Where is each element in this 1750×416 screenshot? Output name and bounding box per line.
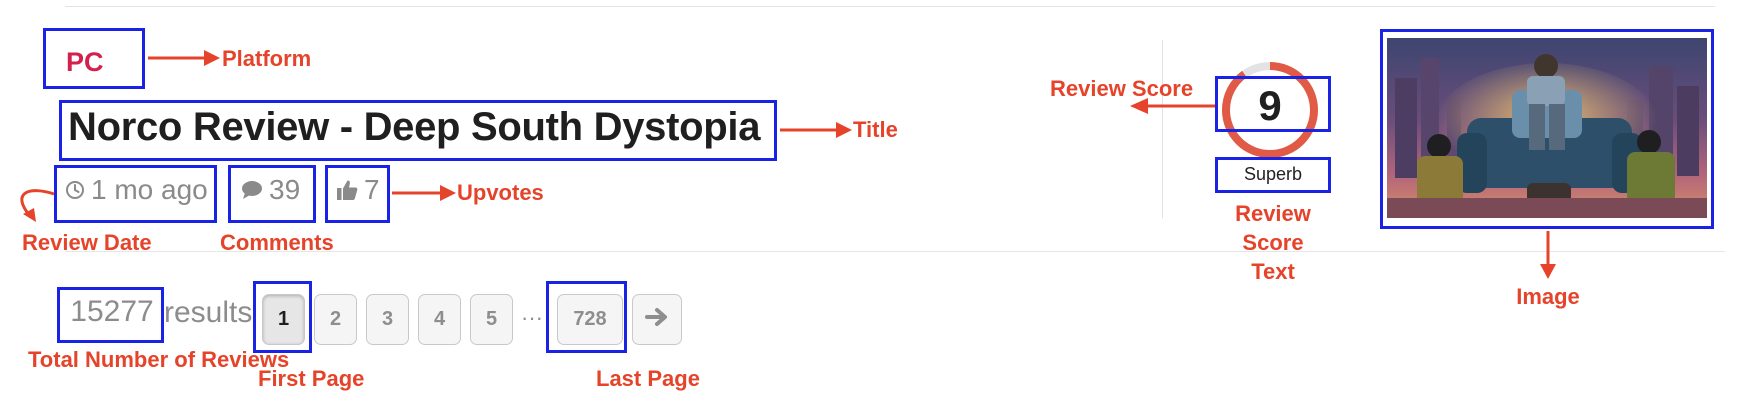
page-button-3[interactable]: 3	[366, 294, 409, 345]
total-annotation-box	[57, 287, 164, 343]
date-annotation-arrow	[20, 189, 55, 222]
score-text-annotation-box	[1215, 157, 1331, 193]
vertical-divider	[1162, 40, 1163, 218]
title-annotation-box	[59, 100, 777, 161]
arrow-right-icon	[645, 306, 669, 334]
top-divider	[65, 6, 1715, 7]
upvotes-annotation-arrow	[392, 185, 456, 201]
title-annotation-label: Title	[853, 117, 898, 142]
page-button-5[interactable]: 5	[470, 294, 513, 345]
date-annotation-label: Review Date	[22, 230, 152, 255]
page-button-2[interactable]: 2	[314, 294, 357, 345]
comments-annotation-label: Comments	[220, 230, 334, 255]
image-annotation-label: Image	[1516, 284, 1580, 309]
first-page-annotation-box	[253, 281, 312, 353]
upvotes-annotation-label: Upvotes	[457, 180, 544, 205]
platform-annotation-box	[43, 28, 145, 89]
results-label: results	[164, 296, 253, 329]
next-page-button[interactable]	[632, 294, 682, 345]
total-annotation-label: Total Number of Reviews	[28, 347, 290, 372]
pagination-ellipsis: ···	[521, 305, 543, 330]
score-text-annotation-label: Review Score Text	[1235, 201, 1311, 284]
image-annotation-arrow	[1540, 231, 1556, 279]
last-page-annotation-label: Last Page	[596, 366, 700, 391]
score-annotation-box	[1215, 76, 1331, 132]
upvotes-annotation-box	[325, 165, 390, 223]
last-page-annotation-box	[546, 281, 627, 353]
title-annotation-arrow	[780, 122, 852, 138]
date-annotation-box	[54, 165, 217, 223]
platform-annotation-arrow	[148, 50, 220, 66]
first-page-annotation-label: First Page	[258, 366, 365, 391]
comments-annotation-box	[228, 165, 316, 223]
page-button-4[interactable]: 4	[418, 294, 461, 345]
platform-annotation-label: Platform	[222, 46, 312, 71]
image-annotation-box	[1380, 29, 1714, 229]
score-annotation-label: Review Score	[1050, 76, 1194, 101]
